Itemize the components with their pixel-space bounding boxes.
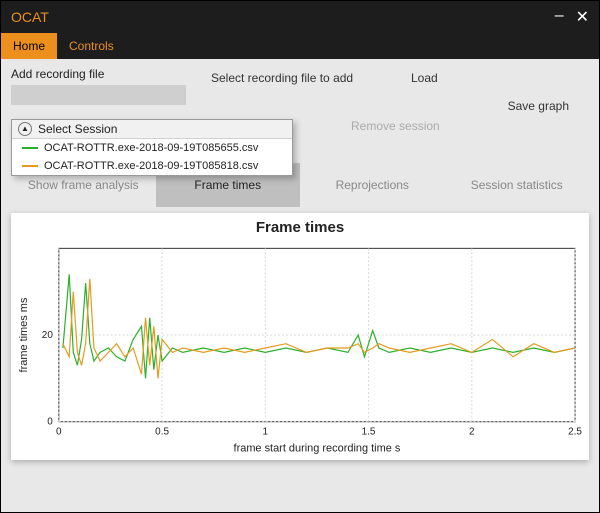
tab-reprojections[interactable]: Reprojections	[300, 163, 445, 207]
svg-text:20: 20	[42, 330, 54, 341]
chart-card: Frame times 0 0.5 1 1.5 2 2.5 0 20 frame start d…	[11, 213, 589, 460]
remove-session-button[interactable]: Remove session	[351, 119, 440, 133]
svg-text:frame times ms: frame times ms	[18, 297, 30, 372]
svg-text:0: 0	[56, 427, 62, 438]
upper-controls: Add recording file Select recording file…	[1, 59, 599, 207]
chart-title: Frame times	[13, 219, 587, 236]
svg-text:2.5: 2.5	[568, 427, 582, 438]
svg-text:1.5: 1.5	[362, 427, 376, 438]
session-dropdown-header[interactable]: ▲ Select Session	[12, 120, 292, 139]
svg-text:0.5: 0.5	[155, 427, 169, 438]
session-item[interactable]: OCAT-ROTTR.exe-2018-09-19T085655.csv	[12, 139, 292, 157]
load-button[interactable]: Load	[411, 67, 511, 85]
main-tabstrip: Home Controls	[1, 33, 599, 59]
svg-text:frame start during recording t: frame start during recording time s	[234, 443, 401, 455]
select-file-label[interactable]: Select recording file to add	[211, 67, 401, 85]
color-swatch	[22, 147, 38, 149]
session-item-label: OCAT-ROTTR.exe-2018-09-19T085818.csv	[44, 160, 258, 172]
app-title: OCAT	[11, 9, 49, 25]
session-dropdown-title: Select Session	[38, 122, 117, 136]
titlebar: OCAT ‒ ✕	[1, 1, 599, 33]
chevron-up-icon: ▲	[18, 122, 32, 136]
svg-text:0: 0	[47, 417, 53, 428]
tab-home[interactable]: Home	[1, 33, 57, 59]
close-button[interactable]: ✕	[576, 7, 589, 27]
save-graph-button[interactable]: Save graph	[508, 99, 569, 113]
tab-session-stats[interactable]: Session statistics	[445, 163, 590, 207]
session-item[interactable]: OCAT-ROTTR.exe-2018-09-19T085818.csv	[12, 157, 292, 175]
color-swatch	[22, 165, 38, 167]
add-recording-input[interactable]	[11, 85, 186, 105]
session-item-label: OCAT-ROTTR.exe-2018-09-19T085655.csv	[44, 142, 258, 154]
window-controls: ‒ ✕	[555, 7, 589, 27]
row-add: Add recording file Select recording file…	[11, 67, 589, 105]
body: Add recording file Select recording file…	[1, 59, 599, 512]
tab-controls[interactable]: Controls	[57, 33, 126, 59]
svg-text:1: 1	[263, 427, 269, 438]
svg-text:2: 2	[469, 427, 475, 438]
add-recording-label: Add recording file	[11, 67, 201, 81]
chart-svg: 0 0.5 1 1.5 2 2.5 0 20 frame start during record…	[13, 238, 587, 456]
session-dropdown[interactable]: ▲ Select Session OCAT-ROTTR.exe-2018-09-…	[11, 119, 293, 176]
minimize-button[interactable]: ‒	[555, 7, 564, 27]
